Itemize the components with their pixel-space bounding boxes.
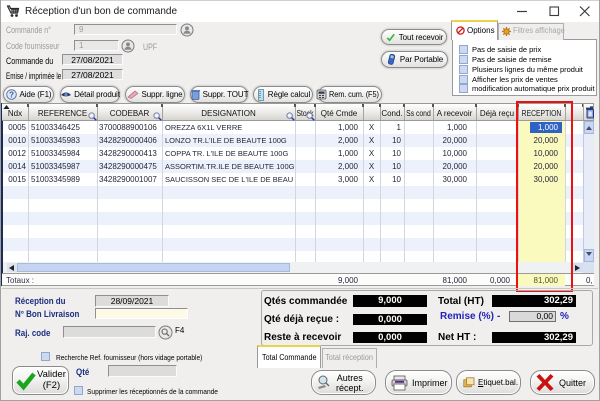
svg-text:?: ? xyxy=(9,90,14,99)
